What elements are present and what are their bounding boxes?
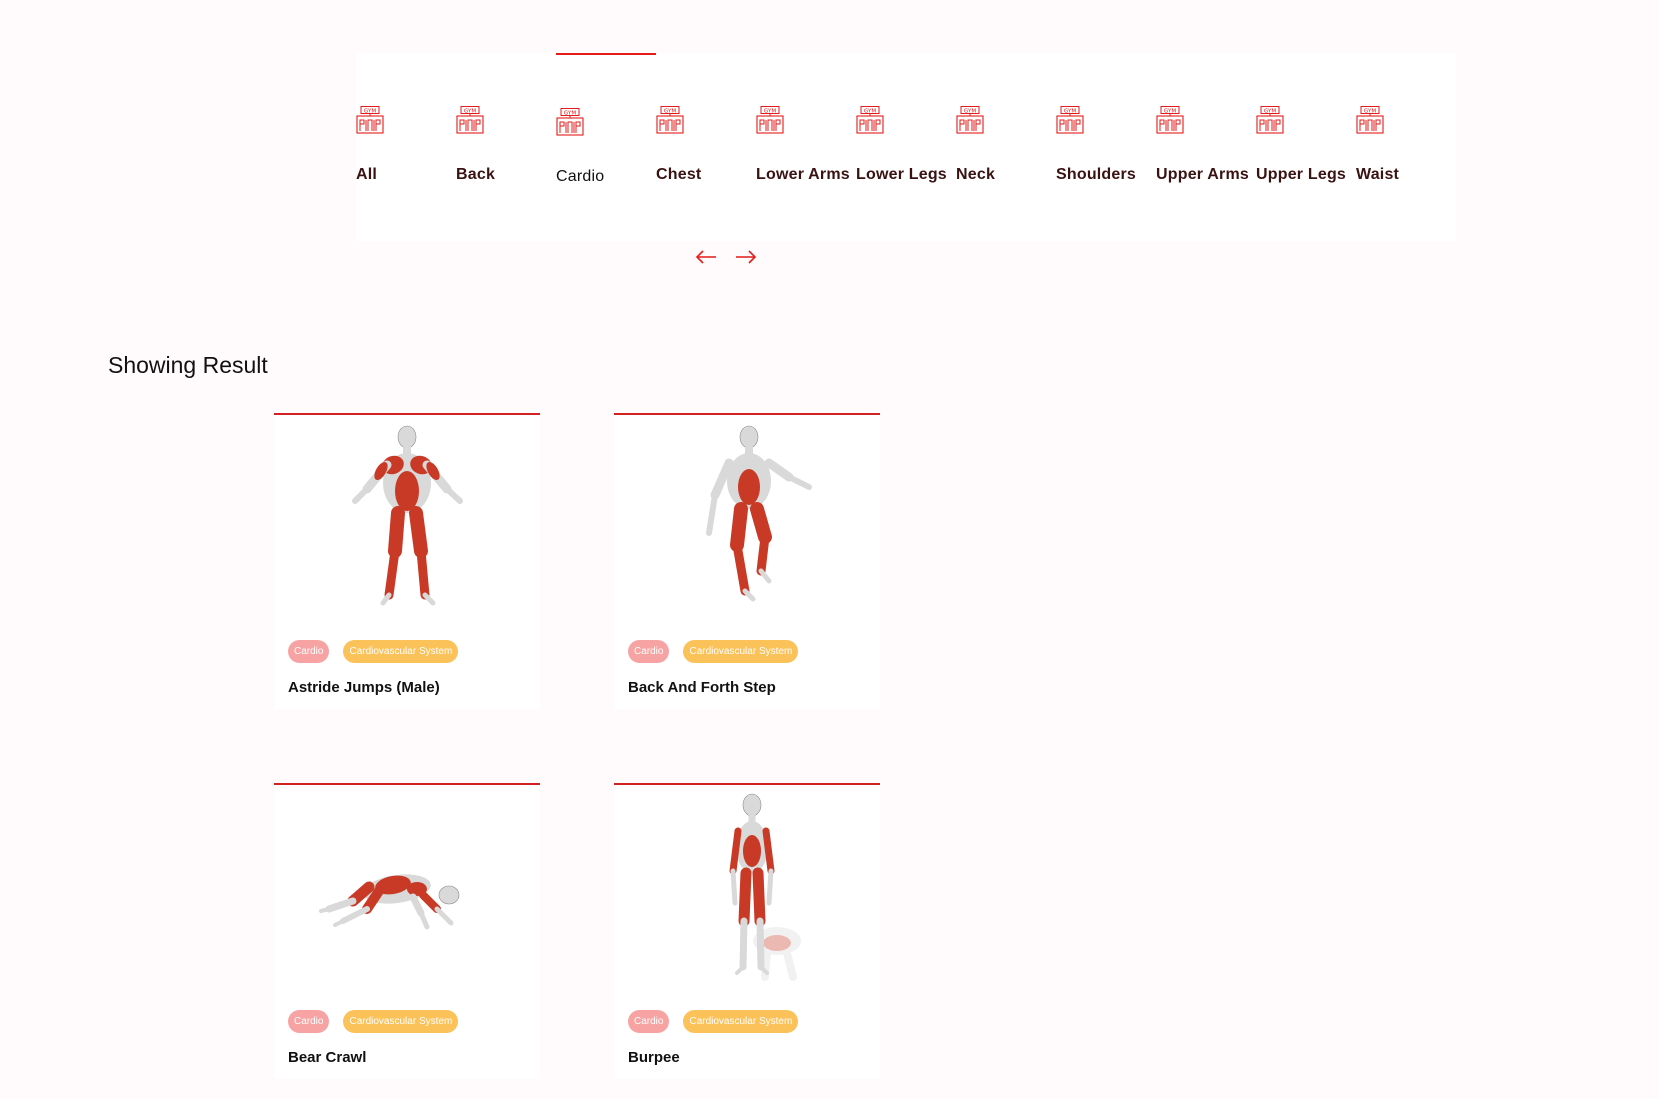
svg-text:GYM: GYM [964, 108, 976, 114]
gym-equipment-icon: GYM [756, 106, 784, 134]
target-tag[interactable]: Cardiovascular System [683, 1010, 799, 1033]
exercise-image [352, 425, 463, 606]
svg-text:GYM: GYM [1064, 108, 1076, 114]
scroller-arrows [693, 244, 759, 270]
exercise-image [729, 793, 801, 981]
gym-equipment-icon: GYM [856, 106, 884, 134]
body-part-tag[interactable]: Cardio [628, 640, 670, 663]
exercise-name: Bear Crawl [288, 1049, 367, 1066]
category-card-waist[interactable]: GYM Waist [1356, 53, 1456, 241]
svg-text:GYM: GYM [1264, 108, 1276, 114]
gym-equipment-icon: GYM [1256, 106, 1284, 134]
category-label: Upper Legs [1256, 166, 1347, 183]
gym-equipment-icon: GYM [356, 106, 384, 134]
category-label: Shoulders [1056, 166, 1137, 183]
category-card-back[interactable]: GYM Back [456, 53, 556, 241]
exercise-image [319, 874, 460, 930]
target-tag[interactable]: Cardiovascular System [683, 640, 799, 663]
gym-equipment-icon: GYM [656, 106, 684, 134]
exercise-card[interactable]: Cardio Cardiovascular System Astride Jum… [274, 413, 540, 709]
arrow-right-icon [736, 250, 757, 264]
results-title: Showing Result [108, 352, 268, 378]
arrow-left-icon [695, 250, 716, 264]
svg-text:GYM: GYM [864, 108, 876, 114]
category-card-neck[interactable]: GYM Neck [956, 53, 1056, 241]
exercise-image [706, 425, 812, 602]
exercise-card[interactable]: Cardio Cardiovascular System Bear Crawl [274, 783, 540, 1079]
svg-text:GYM: GYM [564, 110, 576, 116]
category-card-upper-arms[interactable]: GYM Upper Arms [1156, 53, 1256, 241]
svg-text:GYM: GYM [1164, 108, 1176, 114]
exercise-tags: Cardio Cardiovascular System [628, 1010, 799, 1033]
gym-equipment-icon: GYM [1056, 106, 1084, 134]
category-card-all[interactable]: GYM All [356, 53, 456, 241]
exercise-name: Astride Jumps (Male) [288, 679, 440, 696]
category-track: GYM All GYM Back GYM Cardio GYM Chest GY… [356, 53, 1456, 241]
category-card-chest[interactable]: GYM Chest [656, 53, 756, 241]
exercise-name: Burpee [628, 1049, 680, 1066]
exercise-name: Back And Forth Step [628, 679, 776, 696]
gym-equipment-icon: GYM [556, 108, 584, 136]
svg-text:GYM: GYM [364, 108, 376, 114]
category-label: Cardio [556, 168, 605, 185]
category-card-cardio[interactable]: GYM Cardio [556, 53, 656, 241]
prev-button[interactable] [693, 244, 719, 270]
gym-equipment-icon: GYM [1156, 106, 1184, 134]
target-tag[interactable]: Cardiovascular System [343, 1010, 459, 1033]
body-part-tag[interactable]: Cardio [628, 1010, 670, 1033]
body-part-tag[interactable]: Cardio [288, 640, 330, 663]
category-label: Back [456, 166, 496, 183]
category-label: Neck [956, 166, 996, 183]
category-label: All [356, 166, 378, 183]
category-label: Lower Arms [756, 166, 850, 183]
exercise-tags: Cardio Cardiovascular System [288, 640, 459, 663]
target-tag[interactable]: Cardiovascular System [343, 640, 459, 663]
gym-equipment-icon: GYM [956, 106, 984, 134]
category-label: Waist [1356, 166, 1400, 183]
svg-text:GYM: GYM [464, 108, 476, 114]
category-card-lower-arms[interactable]: GYM Lower Arms [756, 53, 856, 241]
category-card-lower-legs[interactable]: GYM Lower Legs [856, 53, 956, 241]
category-label: Upper Arms [1156, 166, 1249, 183]
category-label: Chest [656, 166, 702, 183]
svg-text:GYM: GYM [1364, 108, 1376, 114]
category-scroller: GYM All GYM Back GYM Cardio GYM Chest GY… [356, 53, 1456, 241]
category-card-shoulders[interactable]: GYM Shoulders [1056, 53, 1156, 241]
gym-equipment-icon: GYM [1356, 106, 1384, 134]
gym-equipment-icon: GYM [456, 106, 484, 134]
exercise-card[interactable]: Cardio Cardiovascular System Back And Fo… [614, 413, 880, 709]
category-label: Lower Legs [856, 166, 947, 183]
category-card-upper-legs[interactable]: GYM Upper Legs [1256, 53, 1356, 241]
exercise-tags: Cardio Cardiovascular System [628, 640, 799, 663]
exercise-card[interactable]: Cardio Cardiovascular System Burpee [614, 783, 880, 1079]
exercise-tags: Cardio Cardiovascular System [288, 1010, 459, 1033]
next-button[interactable] [733, 244, 759, 270]
body-part-tag[interactable]: Cardio [288, 1010, 330, 1033]
svg-text:GYM: GYM [664, 108, 676, 114]
svg-text:GYM: GYM [764, 108, 776, 114]
